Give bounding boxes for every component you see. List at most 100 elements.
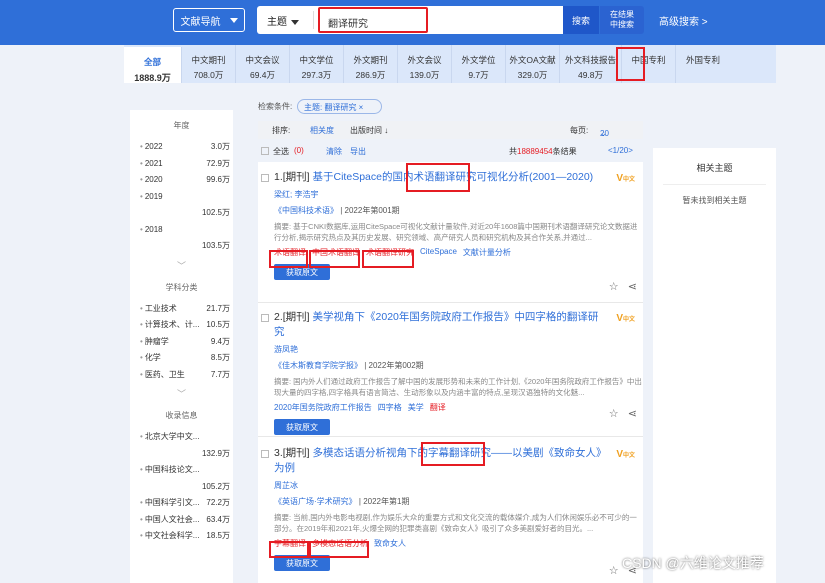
filter-chip[interactable]: 主题: 翻译研究 × bbox=[297, 99, 382, 114]
share-icon[interactable]: ⋖ bbox=[628, 281, 637, 293]
tab-foreign-report[interactable]: 外文科技报告 49.8万 bbox=[560, 45, 622, 83]
tab-foreign-degree[interactable]: 外文学位 9.7万 bbox=[452, 45, 506, 83]
item-value: 63.4万 bbox=[206, 514, 230, 524]
export-link[interactable]: 导出 bbox=[350, 146, 366, 157]
tab-count: 139.0万 bbox=[409, 70, 440, 80]
field-select[interactable]: 主题 bbox=[267, 13, 299, 28]
resource-tabs: 全部 1888.9万 中文期刊 708.0万 中文会议 69.4万 中文学位 297.3… bbox=[124, 45, 776, 83]
year-item-value[interactable]: 103.5万 bbox=[130, 238, 233, 255]
abstract: 摘要: 基于CNKI数据库,运用CiteSpace可视化文献计量软件,对近20年… bbox=[274, 222, 638, 242]
keyword[interactable]: 字幕翻译 bbox=[274, 538, 306, 549]
field-label: 主题 bbox=[267, 17, 287, 28]
pager[interactable]: <1/20> bbox=[608, 146, 633, 155]
select-all-checkbox[interactable] bbox=[261, 147, 269, 155]
keyword[interactable]: 术语翻译 bbox=[274, 247, 306, 258]
year-item[interactable]: • 2021 72.9万 bbox=[130, 156, 233, 173]
collection-item[interactable]: • 中国科技论文... bbox=[130, 462, 233, 479]
keyword[interactable]: 多模态话语分析 bbox=[312, 538, 368, 549]
select-all-label[interactable]: 全选 bbox=[273, 146, 289, 157]
tab-cn-journal[interactable]: 中文期刊 708.0万 bbox=[182, 45, 236, 83]
keyword[interactable]: 文献计量分析 bbox=[463, 247, 511, 258]
subject-item[interactable]: • 工业技术 21.7万 bbox=[130, 301, 233, 318]
result-title-text: 基于CiteSpace的国内术语翻译研究可视化分析(2001—2020) bbox=[312, 171, 594, 183]
get-fulltext-button[interactable]: 获取原文 bbox=[274, 555, 330, 571]
year-item-value[interactable]: 102.5万 bbox=[130, 205, 233, 222]
star-icon[interactable]: ☆ bbox=[609, 565, 619, 577]
keyword[interactable]: 翻译 bbox=[430, 402, 446, 413]
collection-item[interactable]: • 北京大学中文... bbox=[130, 429, 233, 446]
item-label: 2019 bbox=[144, 191, 163, 201]
authors[interactable]: 周芷冰 bbox=[274, 480, 643, 491]
filter-sidebar: 年度 • 2022 3.0万 • 2021 72.9万 • 2020 99.6万 • 2019… bbox=[130, 110, 233, 583]
collection-item-value[interactable]: 105.2万 bbox=[130, 479, 233, 496]
subject-item[interactable]: • 计算技术、计... 10.5万 bbox=[130, 317, 233, 334]
year-item[interactable]: • 2022 3.0万 bbox=[130, 139, 233, 156]
keyword[interactable]: 美学 bbox=[408, 402, 424, 413]
tab-all[interactable]: 全部 1888.9万 bbox=[124, 47, 182, 83]
subject-item[interactable]: • 肿瘤学 9.4万 bbox=[130, 334, 233, 351]
get-fulltext-button[interactable]: 获取原文 bbox=[274, 419, 330, 435]
tab-cn-conference[interactable]: 中文会议 69.4万 bbox=[236, 45, 290, 83]
keyword[interactable]: 术语翻译研究 bbox=[366, 247, 414, 258]
journal-link[interactable]: 《中国科技术语》 bbox=[274, 206, 338, 215]
sort-time[interactable]: 出版时间 ↓ bbox=[350, 125, 388, 136]
tab-foreign-journal[interactable]: 外文期刊 286.9万 bbox=[344, 45, 398, 83]
keyword[interactable]: CiteSpace bbox=[420, 247, 457, 258]
result-title[interactable]: 1.[期刊] 基于CiteSpace的国内术语翻译研究可视化分析(2001—20… bbox=[274, 170, 643, 185]
collection-item[interactable]: • 中文社会科学... 18.5万 bbox=[130, 528, 233, 545]
clear-link[interactable]: 清除 bbox=[326, 146, 342, 157]
bullet-icon: • bbox=[140, 158, 143, 168]
advanced-search-link[interactable]: 高级搜索 > bbox=[659, 13, 708, 28]
year-item[interactable]: • 2018 bbox=[130, 222, 233, 239]
bullet-icon: • bbox=[140, 320, 143, 329]
year-item[interactable]: • 2020 99.6万 bbox=[130, 172, 233, 189]
get-fulltext-button[interactable]: 获取原文 bbox=[274, 264, 330, 280]
action-icons: ☆ ⋖ bbox=[609, 280, 637, 293]
subject-item[interactable]: • 医药、卫生 7.7万 bbox=[130, 367, 233, 384]
star-icon[interactable]: ☆ bbox=[609, 408, 619, 420]
item-checkbox[interactable] bbox=[261, 314, 269, 322]
collection-item[interactable]: • 中国科学引文... 72.2万 bbox=[130, 495, 233, 512]
sort-relevance[interactable]: 相关度 bbox=[310, 125, 334, 136]
year-item[interactable]: • 2019 bbox=[130, 189, 233, 206]
tab-foreign-patent[interactable]: 外国专利 bbox=[676, 45, 730, 83]
authors[interactable]: 梁红; 李浩宇 bbox=[274, 189, 643, 200]
tab-foreign-oa[interactable]: 外文OA文献 329.0万 bbox=[506, 45, 560, 83]
tab-foreign-conference[interactable]: 外文会议 139.0万 bbox=[398, 45, 452, 83]
tab-count: 297.3万 bbox=[301, 70, 332, 80]
keyword[interactable]: 四字格 bbox=[378, 402, 402, 413]
item-checkbox[interactable] bbox=[261, 450, 269, 458]
tab-cn-patent[interactable]: 中国专利 bbox=[622, 45, 676, 83]
keyword[interactable]: 2020年国务院政府工作报告 bbox=[274, 402, 372, 413]
authors[interactable]: 游凤艳 bbox=[274, 344, 643, 355]
chevron-down-icon[interactable]: ﹀ bbox=[130, 259, 233, 272]
tab-count: 329.0万 bbox=[517, 70, 548, 80]
keyword[interactable]: 中国术语翻译 bbox=[312, 247, 360, 258]
chevron-down-icon[interactable]: ﹀ bbox=[130, 387, 233, 400]
tab-cn-degree[interactable]: 中文学位 297.3万 bbox=[290, 45, 344, 83]
search-in-results-button[interactable]: 在结果 中搜索 bbox=[600, 6, 644, 34]
literature-nav-button[interactable]: 文献导航 bbox=[173, 8, 245, 32]
item-label: 肿瘤学 bbox=[144, 336, 169, 346]
badge-mark: V bbox=[616, 173, 623, 184]
keyword[interactable]: 致命女人 bbox=[374, 538, 406, 549]
source: 《中国科技术语》 | 2022年第001期 bbox=[274, 205, 643, 216]
star-icon[interactable]: ☆ bbox=[609, 281, 619, 293]
share-icon[interactable]: ⋖ bbox=[628, 408, 637, 420]
journal-link[interactable]: 《英语广场·学术研究》 bbox=[274, 497, 357, 506]
journal-link[interactable]: 《佳木斯教育学院学报》 bbox=[274, 361, 362, 370]
collection-title: 收录信息 bbox=[165, 411, 198, 420]
search-button[interactable]: 搜索 bbox=[563, 6, 599, 34]
subject-item[interactable]: • 化学 8.5万 bbox=[130, 350, 233, 367]
result-title[interactable]: 2.[期刊] 美学视角下《2020年国务院政府工作报告》中四字格的翻译研究 bbox=[274, 310, 643, 340]
tab-label: 外文期刊 bbox=[353, 55, 388, 65]
collection-item-value[interactable]: 132.9万 bbox=[130, 446, 233, 463]
result-title[interactable]: 3.[期刊] 多模态话语分析视角下的字幕翻译研究——以美剧《致命女人》为例 bbox=[274, 446, 643, 476]
item-label: 中国人文社会... bbox=[144, 514, 200, 524]
nav-label: 文献导航 bbox=[180, 16, 221, 28]
in-result-line2: 中搜索 bbox=[610, 20, 634, 29]
search-input[interactable]: 翻译研究 bbox=[318, 7, 428, 33]
collection-item[interactable]: • 中国人文社会... 63.4万 bbox=[130, 512, 233, 529]
related-empty: 暂未找到相关主题 bbox=[682, 196, 747, 205]
item-checkbox[interactable] bbox=[261, 174, 269, 182]
